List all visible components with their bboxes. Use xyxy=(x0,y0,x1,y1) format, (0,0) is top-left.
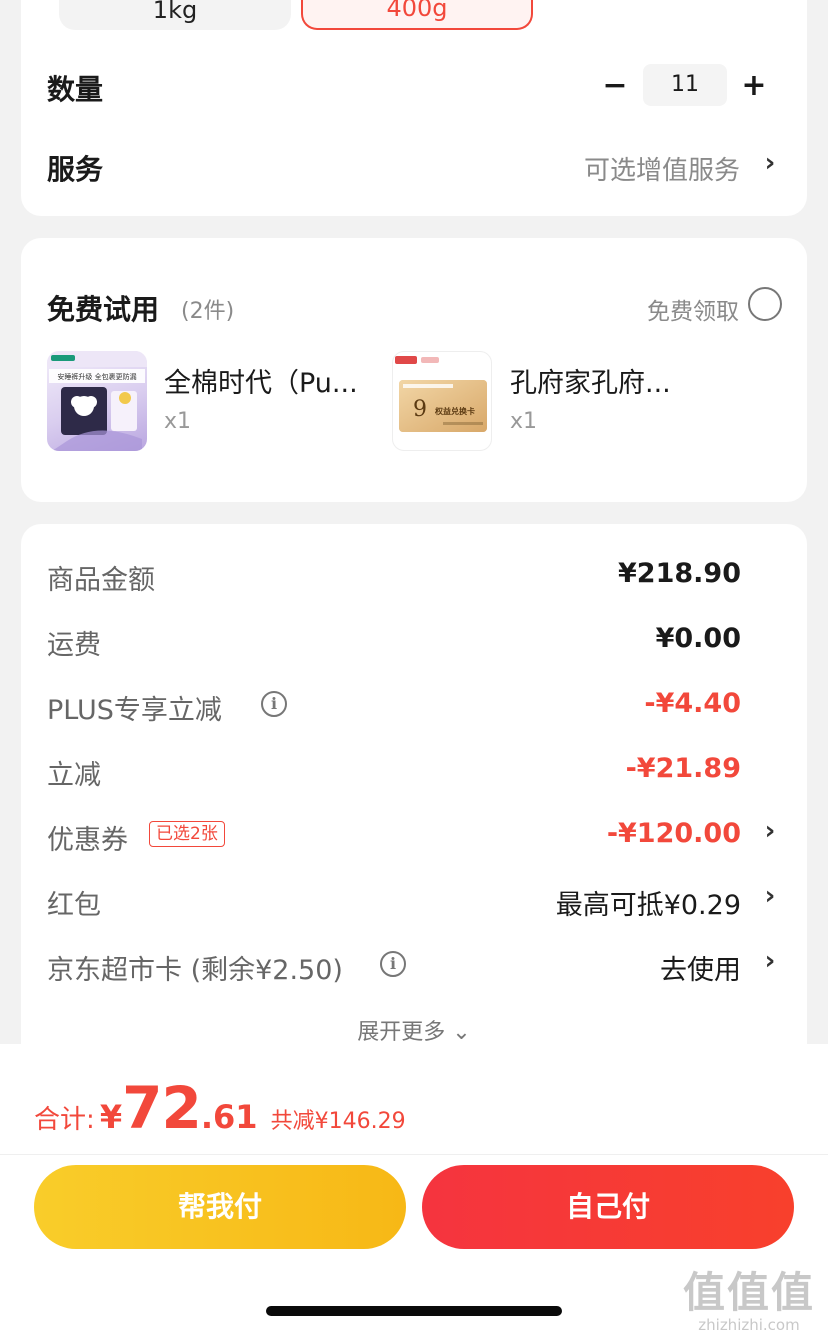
chevron-right-icon[interactable]: › xyxy=(760,946,780,976)
trial-product-name[interactable]: 孔府家孔府... xyxy=(510,361,671,400)
red-packet-label: 红包 xyxy=(47,890,101,921)
watermark-logo: 值值值 xyxy=(682,1268,815,1317)
quantity-label: 数量 xyxy=(47,73,104,106)
quantity-minus-button[interactable]: − xyxy=(595,66,635,106)
help-pay-button[interactable]: 帮我付 xyxy=(34,1165,406,1249)
free-claim-radio[interactable] xyxy=(748,287,782,321)
chevron-right-icon[interactable]: › xyxy=(760,881,780,911)
red-packet-value[interactable]: 最高可抵¥0.29 xyxy=(556,883,741,922)
free-claim-label[interactable]: 免费领取 xyxy=(647,292,739,326)
total-currency: ¥ xyxy=(99,1098,123,1136)
chevron-right-icon[interactable]: › xyxy=(760,816,780,846)
self-pay-button[interactable]: 自己付 xyxy=(422,1165,794,1249)
supermarket-card-value[interactable]: 去使用 xyxy=(660,948,741,987)
info-icon[interactable]: i xyxy=(380,951,406,977)
diaper-pack-image[interactable]: 安睡裤升级 全包裹更防漏 xyxy=(47,351,147,451)
coupon-value[interactable]: -¥120.00 xyxy=(607,818,741,849)
free-trial-card: 免费试用 (2件) 免费领取 安睡裤升级 全包裹更防漏 全棉时代（Pu... x… xyxy=(21,238,807,502)
service-label: 服务 xyxy=(47,153,104,186)
free-trial-title: 免费试用 xyxy=(47,293,160,326)
trial-product-name[interactable]: 全棉时代（Pu... xyxy=(164,361,358,400)
quantity-plus-button[interactable]: + xyxy=(734,66,774,106)
total-decimal: .61 xyxy=(200,1098,258,1136)
total-amount: 合计: ¥72.61 共减¥146.29 xyxy=(34,1074,406,1142)
spec-option-400g[interactable]: 400g xyxy=(301,0,533,30)
home-indicator[interactable] xyxy=(266,1306,562,1316)
spec-card: 1kg 400g 数量 − 11 + 服务 可选增值服务 › xyxy=(21,0,807,216)
instant-discount-label: 立减 xyxy=(47,760,101,791)
checkout-bar: 合计: ¥72.61 共减¥146.29 帮我付 自己付 值值值 zhizhiz… xyxy=(0,1044,828,1334)
voucher-number: 9 xyxy=(413,397,427,422)
spec-option-1kg[interactable]: 1kg xyxy=(59,0,291,30)
coupon-selected-badge: 已选2张 xyxy=(149,821,225,847)
plus-discount-label: PLUS专享立减 xyxy=(47,695,222,726)
instant-discount-value: -¥21.89 xyxy=(625,753,741,784)
service-value-link[interactable]: 可选增值服务 xyxy=(584,150,740,187)
plus-discount-value: -¥4.40 xyxy=(644,688,741,719)
goods-amount-value: ¥218.90 xyxy=(618,558,741,589)
goods-amount-label: 商品金额 xyxy=(47,565,155,596)
total-savings: 共减¥146.29 xyxy=(270,1109,406,1134)
shipping-value: ¥0.00 xyxy=(655,623,741,654)
free-trial-count: (2件) xyxy=(181,299,235,324)
info-icon[interactable]: i xyxy=(261,691,287,717)
shipping-label: 运费 xyxy=(47,630,101,661)
diaper-pack-label: 安睡裤升级 全包裹更防漏 xyxy=(57,372,136,381)
total-label: 合计: xyxy=(34,1105,95,1135)
supermarket-card-label: 京东超市卡 (剩余¥2.50) xyxy=(47,955,343,986)
total-integer: 72 xyxy=(122,1074,202,1142)
trial-product-qty: x1 xyxy=(510,409,538,434)
price-detail-card: 商品金额 ¥218.90 运费 ¥0.00 PLUS专享立减 i -¥4.40 … xyxy=(21,524,807,1084)
trial-product-qty: x1 xyxy=(164,409,192,434)
coupon-label: 优惠券 xyxy=(47,825,128,856)
quantity-input[interactable]: 11 xyxy=(643,64,727,106)
voucher-card-image[interactable]: 9 权益兑换卡 xyxy=(392,351,492,451)
expand-more-button[interactable]: 展开更多 ⌄ xyxy=(21,1014,807,1046)
voucher-card-label: 权益兑换卡 xyxy=(434,406,475,416)
chevron-right-icon[interactable]: › xyxy=(760,148,780,178)
watermark: 值值值 zhizhizhi.com xyxy=(674,1259,824,1334)
divider xyxy=(0,1154,828,1155)
